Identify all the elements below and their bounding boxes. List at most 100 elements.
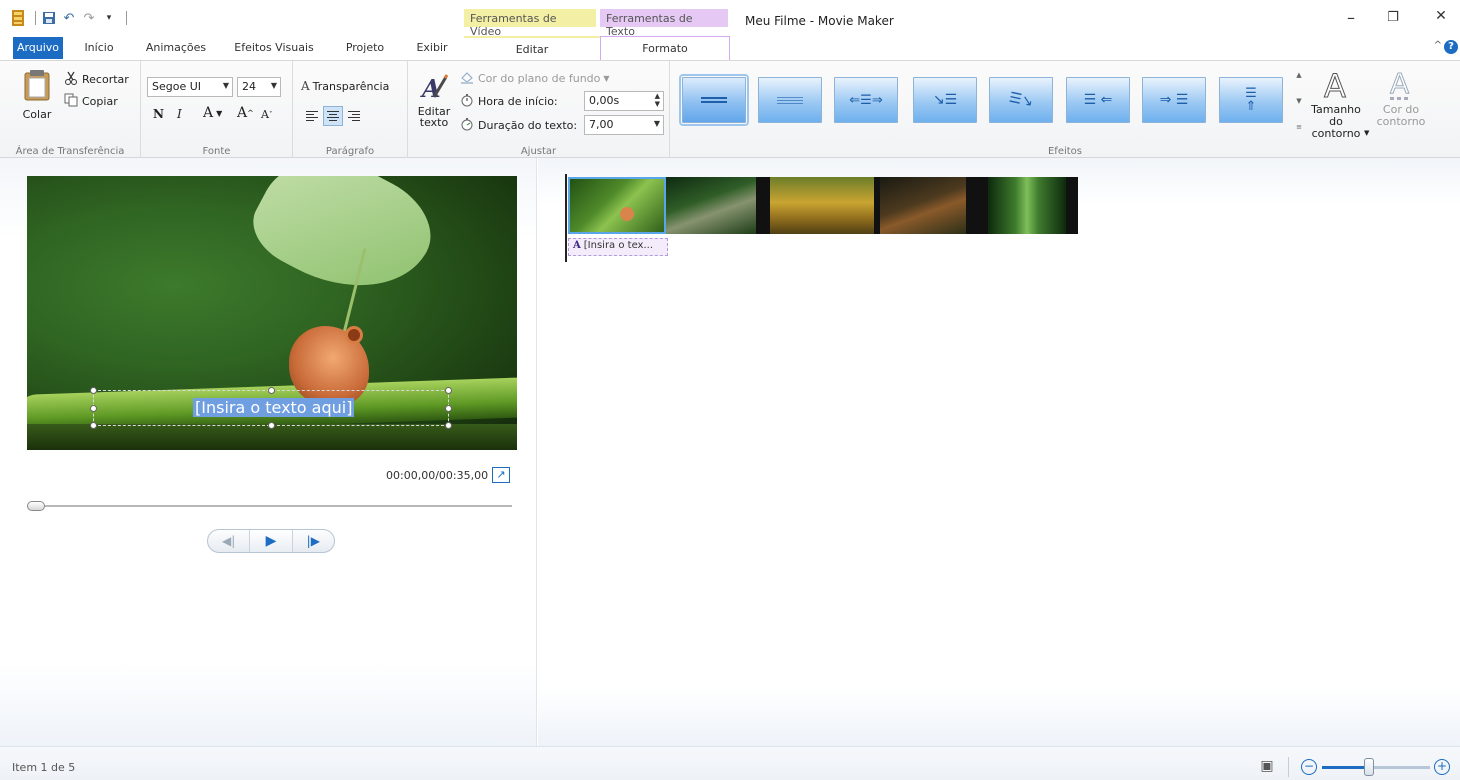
tab-efeitos-visuais[interactable]: Efeitos Visuais — [228, 36, 320, 60]
effects-scroll[interactable]: ▲ ▼ ≡ — [1294, 71, 1304, 131]
cut-button[interactable]: Recortar — [64, 71, 129, 88]
effect-expand[interactable]: ⇐☰⇒ — [834, 77, 898, 123]
zoom-out-icon[interactable]: − — [1301, 759, 1317, 775]
seek-bar[interactable] — [27, 505, 512, 507]
clip-frog-mark — [620, 207, 634, 221]
resize-handle[interactable] — [90, 422, 97, 429]
spinner-icon[interactable]: ▲ ▼ — [655, 92, 660, 108]
font-family-value: Segoe UI — [152, 80, 202, 93]
font-group: Segoe UI ▼ 24 ▼ N I A ▼ A ^ Aˇ Fonte — [141, 61, 293, 159]
chevron-down-icon: ▼ — [222, 81, 229, 90]
effect-fade[interactable] — [758, 77, 822, 123]
previous-frame-button[interactable]: ◀| — [208, 530, 251, 552]
adjust-group: A Editar texto Cor do plano de fundo ▼ H… — [408, 61, 670, 159]
grow-font-button[interactable]: A ^ — [237, 105, 254, 121]
window-title: Meu Filme - Movie Maker — [745, 14, 894, 28]
clip-thumbnail[interactable] — [770, 177, 874, 234]
duration-select[interactable]: 7,00 ▼ — [584, 115, 664, 135]
clip-thumbnail[interactable] — [988, 177, 1066, 234]
background-color-button[interactable]: Cor do plano de fundo ▼ — [460, 70, 610, 87]
shrink-font-button[interactable]: Aˇ — [261, 108, 272, 121]
clip-thumbnail[interactable] — [666, 177, 756, 234]
outline-color-button[interactable]: A Cor do contorno — [1376, 67, 1426, 128]
edit-text-label: Editar texto — [417, 105, 451, 129]
paste-icon — [22, 69, 52, 104]
bold-button[interactable]: N — [153, 107, 164, 121]
tab-editar[interactable]: Editar — [464, 36, 600, 60]
outline-color-label: Cor do contorno — [1376, 103, 1426, 128]
effect-none[interactable] — [679, 74, 749, 126]
font-family-select[interactable]: Segoe UI ▼ — [147, 77, 233, 97]
effect-scroll[interactable]: ☰↘ — [989, 77, 1053, 123]
save-icon[interactable] — [41, 10, 57, 26]
play-icon: ▶ — [265, 533, 277, 549]
resize-handle[interactable] — [90, 405, 97, 412]
expand-gallery-icon[interactable]: ≡ — [1296, 123, 1302, 131]
video-preview[interactable]: [Insira o texto aqui] — [27, 176, 517, 450]
shrink-font-label: A — [261, 108, 269, 121]
outline-size-button[interactable]: A Tamanho do contorno ▼ — [1310, 67, 1369, 140]
font-size-select[interactable]: 24 ▼ — [237, 77, 281, 97]
tab-projeto[interactable]: Projeto — [338, 36, 392, 60]
transparency-button[interactable]: A Transparência — [301, 79, 389, 93]
app-film-icon[interactable] — [10, 10, 26, 26]
clip-strip — [568, 177, 1078, 234]
resize-handle[interactable] — [268, 422, 275, 429]
resize-handle[interactable] — [445, 387, 452, 394]
minimize-button[interactable]: – — [1336, 8, 1366, 32]
next-frame-button[interactable]: |▶ — [293, 530, 334, 552]
clip-thumbnail[interactable] — [568, 177, 666, 234]
redo-icon[interactable]: ↷ — [81, 10, 97, 26]
svg-text:A: A — [1390, 67, 1409, 100]
edit-text-button[interactable]: A Editar texto — [414, 73, 454, 137]
restore-button[interactable]: ❐ — [1378, 10, 1408, 34]
align-left-button[interactable] — [303, 107, 321, 125]
undo-icon[interactable]: ↶ — [61, 10, 77, 26]
tab-arquivo[interactable]: Arquivo — [13, 37, 63, 59]
effect-fly-in-icon: ↘☰ — [932, 92, 958, 108]
effect-fly-up[interactable]: ☰ ⇑ — [1219, 77, 1283, 123]
close-button[interactable]: ✕ — [1426, 8, 1456, 32]
font-color-button[interactable]: A ▼ — [203, 105, 222, 121]
fullscreen-icon[interactable]: ↗ — [492, 467, 510, 483]
clipboard-group: Colar Recortar Copiar Área de Transferên… — [0, 61, 141, 159]
customize-qat-icon[interactable]: ▾ — [101, 10, 117, 26]
seek-thumb[interactable] — [27, 501, 45, 511]
resize-handle[interactable] — [90, 387, 97, 394]
start-time-input[interactable]: 0,00s ▲ ▼ — [584, 91, 664, 111]
help-icon[interactable]: ? — [1444, 40, 1458, 54]
playhead[interactable] — [565, 174, 567, 262]
start-time-label-wrap: Hora de início: — [460, 93, 558, 110]
effect-fly-right[interactable]: ⇒ ☰ — [1142, 77, 1206, 123]
tab-formato[interactable]: Formato — [600, 36, 730, 61]
align-right-button[interactable] — [345, 107, 363, 125]
align-center-button[interactable] — [323, 106, 343, 126]
start-time-label: Hora de início: — [478, 95, 558, 108]
caption-clip[interactable]: A [Insira o tex... — [568, 238, 668, 256]
outline-size-icon: A — [1321, 67, 1351, 106]
effect-fly-left[interactable]: ☰ ⇐ — [1066, 77, 1130, 123]
effect-fly-in[interactable]: ↘☰ — [913, 77, 977, 123]
paste-button[interactable]: Colar — [14, 69, 60, 131]
tab-animacoes[interactable]: Animações — [140, 36, 212, 60]
copy-button[interactable]: Copiar — [64, 93, 118, 110]
collapse-ribbon-icon[interactable]: ^ — [1434, 40, 1442, 51]
next-frame-icon: |▶ — [306, 534, 320, 548]
preview-leaf — [240, 176, 448, 319]
resize-handle[interactable] — [268, 387, 275, 394]
resize-handle[interactable] — [445, 405, 452, 412]
zoom-slider-thumb[interactable] — [1364, 758, 1374, 776]
italic-button[interactable]: I — [177, 107, 182, 121]
tab-exibir[interactable]: Exibir — [408, 36, 456, 60]
thumbnail-size-icon[interactable]: ▣ — [1257, 758, 1277, 776]
overlay-caption-text[interactable]: [Insira o texto aqui] — [193, 398, 355, 417]
effect-fly-left-icon: ☰ ⇐ — [1083, 92, 1113, 108]
zoom-in-icon[interactable]: + — [1434, 759, 1450, 775]
resize-handle[interactable] — [445, 422, 452, 429]
scroll-down-icon[interactable]: ▼ — [1296, 97, 1301, 105]
clip-thumbnail[interactable] — [880, 177, 966, 234]
scroll-up-icon[interactable]: ▲ — [1296, 71, 1301, 79]
caption-text-icon: A — [573, 240, 581, 251]
play-button[interactable]: ▶ — [250, 530, 293, 552]
tab-inicio[interactable]: Início — [77, 36, 121, 60]
